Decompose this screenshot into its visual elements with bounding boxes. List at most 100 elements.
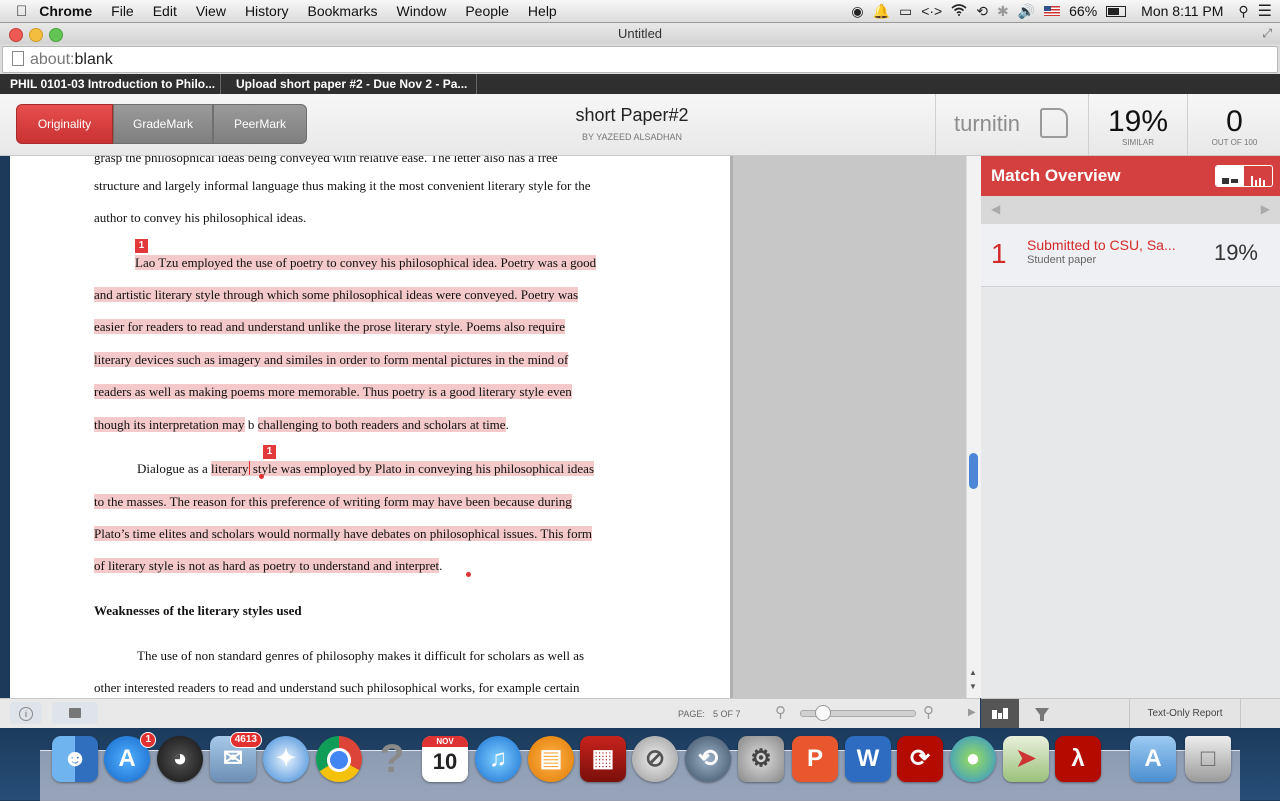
- code-brackets-icon[interactable]: <·>: [921, 3, 942, 19]
- maps-icon[interactable]: ➤: [1003, 736, 1049, 782]
- apple-logo-icon[interactable]: : [16, 3, 27, 20]
- menu-people[interactable]: People: [465, 3, 509, 19]
- doc-text: .: [505, 417, 509, 432]
- wifi-icon[interactable]: [951, 3, 967, 19]
- menu-app-name[interactable]: Chrome: [39, 3, 92, 19]
- chrome-icon[interactable]: [316, 736, 362, 782]
- info-icon: i: [19, 707, 33, 721]
- scroll-down-arrow-icon[interactable]: ▼: [969, 682, 977, 691]
- doc-text: .: [439, 558, 443, 573]
- view-toggle[interactable]: [1215, 165, 1273, 187]
- match-source[interactable]: Submitted to CSU, Sa...: [1027, 237, 1176, 253]
- powerpoint-icon[interactable]: P: [792, 736, 838, 782]
- ibooks-icon[interactable]: ▤: [528, 736, 574, 782]
- finder-icon[interactable]: ☻: [52, 736, 98, 782]
- menu-view[interactable]: View: [196, 3, 226, 19]
- filter-icon: [1035, 708, 1049, 721]
- list-view-icon[interactable]: [1216, 166, 1244, 186]
- word-icon[interactable]: W: [845, 736, 891, 782]
- battery-icon[interactable]: [1106, 5, 1127, 17]
- time-machine-dock-icon[interactable]: ⟲: [685, 736, 731, 782]
- menu-window[interactable]: Window: [397, 3, 447, 19]
- tab-phil-course[interactable]: PHIL 0101-03 Introduction to Philo...: [0, 74, 221, 94]
- menu-history[interactable]: History: [245, 3, 289, 19]
- grade-score[interactable]: 0 OUT OF 100: [1187, 94, 1280, 155]
- doc-line-highlighted: and artistic literary style through whic…: [94, 287, 579, 303]
- airplay-icon[interactable]: ▭: [899, 3, 912, 20]
- doc-line-highlighted: Lao Tzu employed the use of poetry to co…: [135, 255, 597, 271]
- notification-center-icon[interactable]: ☰: [1258, 1, 1272, 21]
- us-flag-icon[interactable]: [1044, 6, 1061, 16]
- zoom-slider[interactable]: [800, 705, 916, 721]
- system-preferences-icon[interactable]: ⚙: [738, 736, 784, 782]
- scroll-up-arrow-icon[interactable]: ▲: [969, 668, 977, 677]
- acrobat-updater-icon[interactable]: ⟳: [897, 736, 943, 782]
- match-marker-badge[interactable]: 1: [263, 445, 276, 459]
- selection-handle[interactable]: [259, 474, 264, 479]
- url-text: blank: [74, 51, 113, 68]
- app-store-icon[interactable]: A1: [104, 732, 156, 782]
- trash-icon[interactable]: □: [1185, 736, 1231, 782]
- zoom-in-icon[interactable]: ⚲: [923, 703, 934, 721]
- dashboard-icon[interactable]: ◕: [157, 736, 203, 782]
- battery-percent[interactable]: 66%: [1069, 3, 1097, 19]
- info-button[interactable]: i: [10, 702, 42, 724]
- document-scrollbar[interactable]: ▲ ▼: [966, 156, 981, 698]
- next-match-arrow-icon[interactable]: ▶: [1261, 202, 1270, 216]
- zoom-slider-thumb[interactable]: [814, 705, 831, 721]
- help-question-icon[interactable]: ?: [369, 736, 415, 782]
- print-button[interactable]: [52, 702, 98, 724]
- scrollbar-thumb[interactable]: [969, 453, 978, 489]
- highlight: style was employed by Plato in conveying…: [249, 461, 595, 476]
- similarity-label: SIMILAR: [1121, 138, 1154, 147]
- page-icon: [12, 51, 24, 66]
- calendar-day: 10: [432, 749, 458, 774]
- menu-help[interactable]: Help: [528, 3, 557, 19]
- mail-icon[interactable]: ✉ 4613: [210, 732, 262, 782]
- collapse-panel-arrow-icon[interactable]: ▶: [968, 707, 976, 718]
- time-machine-icon[interactable]: ⟲: [976, 3, 988, 20]
- text-only-report-button[interactable]: Text-Only Report: [1129, 699, 1241, 729]
- menu-edit[interactable]: Edit: [153, 3, 177, 19]
- itunes-icon[interactable]: ♫: [475, 736, 521, 782]
- photo-booth-icon[interactable]: ▦: [580, 736, 626, 782]
- document-viewer[interactable]: grasp the philosophical ideas being conv…: [10, 156, 730, 698]
- status-app-icon[interactable]: ◉: [851, 3, 863, 20]
- doc-line-highlighted: though its interpretation may b challeng…: [94, 417, 509, 433]
- turnitin-logo-area: turnitin: [935, 94, 1088, 155]
- highlight: literary: [211, 461, 249, 476]
- bluetooth-icon[interactable]: ✱: [997, 3, 1009, 20]
- similarity-score[interactable]: 19% SIMILAR: [1088, 94, 1187, 155]
- prev-match-arrow-icon[interactable]: ◀: [991, 202, 1000, 216]
- clock[interactable]: Mon 8:11 PM: [1141, 3, 1223, 19]
- minimize-window-button[interactable]: [29, 28, 43, 42]
- zoom-out-icon[interactable]: ⚲: [775, 703, 786, 721]
- messenger-icon[interactable]: ●: [950, 736, 996, 782]
- tab-upload-paper[interactable]: Upload short paper #2 - Due Nov 2 - Pa..…: [226, 74, 477, 94]
- address-bar[interactable]: about:blank: [2, 46, 1278, 73]
- menu-file[interactable]: File: [111, 3, 134, 19]
- bar-chart-view-icon[interactable]: [1244, 166, 1272, 186]
- doc-line-highlighted: to the masses. The reason for this prefe…: [94, 494, 572, 510]
- restricted-app-icon[interactable]: ⊘: [632, 736, 678, 782]
- highlight: challenging to both readers and scholars…: [257, 417, 506, 432]
- mail-badge: 4613: [229, 732, 262, 748]
- match-type: Student paper: [1027, 254, 1097, 266]
- filter-button[interactable]: [1021, 699, 1061, 729]
- adobe-reader-icon[interactable]: λ: [1055, 736, 1101, 782]
- fullscreen-icon[interactable]: ⤢: [1262, 23, 1272, 44]
- match-list-item[interactable]: 1 Submitted to CSU, Sa... Student paper …: [981, 224, 1280, 287]
- match-overview-tool-button[interactable]: [981, 699, 1019, 729]
- safari-icon[interactable]: ✦: [263, 736, 309, 782]
- section-heading: Weaknesses of the literary styles used: [94, 603, 302, 618]
- menu-bookmarks[interactable]: Bookmarks: [308, 3, 378, 19]
- match-marker-badge[interactable]: 1: [135, 239, 148, 253]
- selection-handle[interactable]: [466, 572, 471, 577]
- close-window-button[interactable]: [9, 28, 23, 42]
- spotlight-search-icon[interactable]: ⚲: [1238, 3, 1248, 20]
- volume-icon[interactable]: 🔊: [1018, 3, 1035, 20]
- zoom-window-button[interactable]: [49, 28, 63, 42]
- applications-folder-icon[interactable]: A: [1130, 736, 1176, 782]
- calendar-icon[interactable]: NOV 10: [422, 736, 468, 782]
- notification-bell-icon[interactable]: 🔔: [873, 3, 890, 20]
